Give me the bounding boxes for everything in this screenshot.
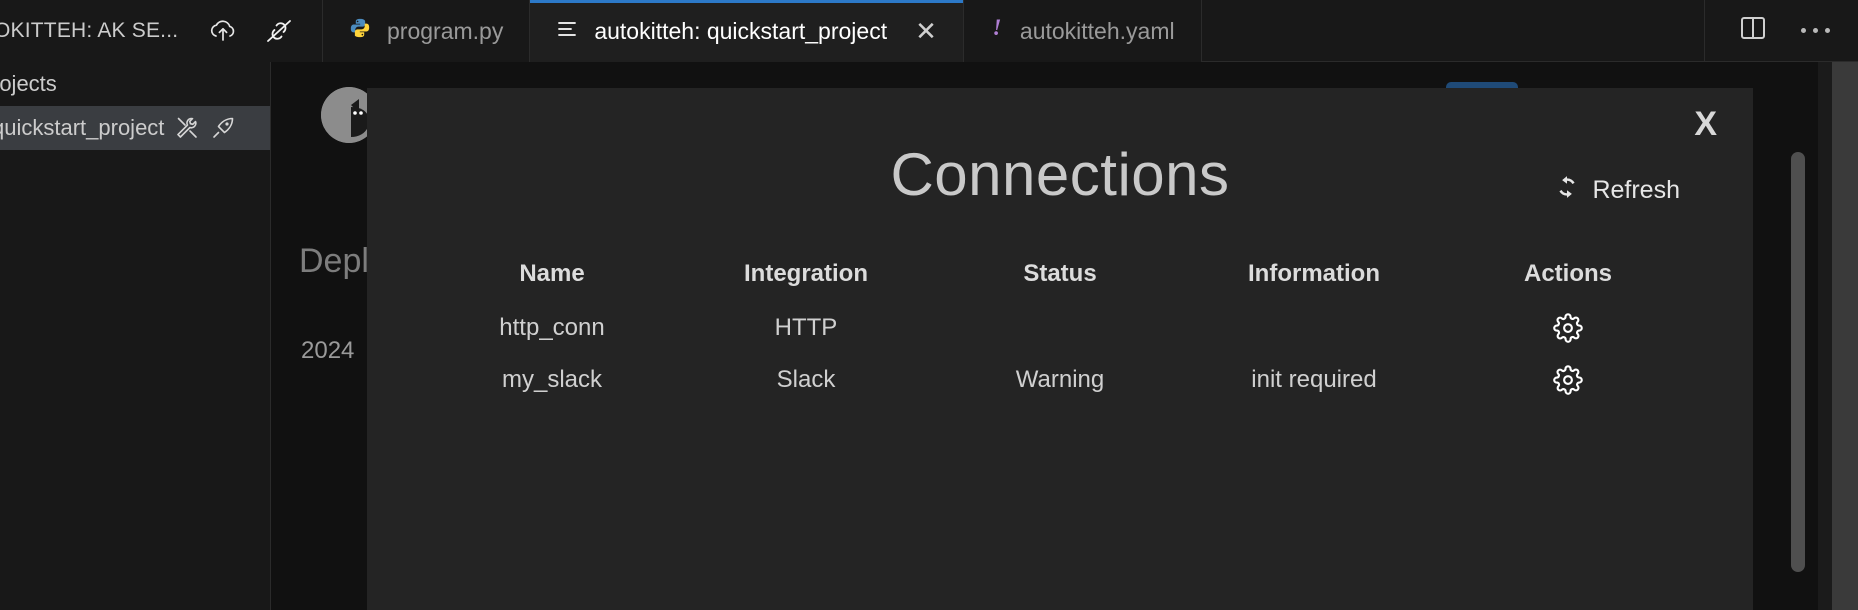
rocket-icon[interactable] [210, 115, 236, 141]
gear-icon[interactable] [1553, 365, 1583, 401]
tab-label: program.py [387, 17, 504, 44]
refresh-button[interactable]: Refresh [1554, 174, 1680, 207]
cell-integration: Slack [776, 366, 836, 393]
cell-status: Warning [1015, 366, 1105, 393]
table-row: http_conn HTTP [425, 302, 1695, 354]
tools-icon[interactable] [174, 115, 200, 141]
sidebar-item-label: rojects [0, 71, 57, 96]
cell-actions [1441, 354, 1695, 406]
close-icon[interactable]: X [1694, 107, 1717, 141]
background-heading: Depl [299, 242, 369, 280]
sidebar: rojects quickstart_project [0, 62, 271, 610]
cell-name: my_slack [501, 366, 603, 393]
title-bar: OKITTEH: AK SE... program.py autokitteh:… [0, 0, 1858, 62]
cell-integration: HTTP [774, 314, 838, 341]
tab-label: autokitteh.yaml [1019, 17, 1175, 44]
vscode-window: OKITTEH: AK SE... program.py autokitteh:… [0, 0, 1858, 610]
cell-status [933, 302, 1187, 354]
editor-actions [1705, 0, 1858, 61]
list-lines-icon [556, 18, 578, 45]
column-header-status: Status [1023, 260, 1097, 287]
cell-name: http_conn [499, 314, 605, 341]
sidebar-title: OKITTEH: AK SE... [0, 19, 179, 42]
table-row: my_slack Slack Warning init required [425, 354, 1695, 406]
split-editor-icon[interactable] [1739, 15, 1767, 46]
background-date: 2024 [301, 337, 355, 364]
table-header-row: Name Integration Status Information Acti… [425, 260, 1695, 302]
tab-close-icon[interactable]: ✕ [915, 18, 937, 44]
column-header-integration: Integration [744, 260, 868, 287]
sidebar-item-projects[interactable]: rojects [0, 62, 270, 106]
editor-tab-strip: program.py autokitteh: quickstart_projec… [322, 0, 1705, 62]
cell-information: init required [1251, 366, 1377, 393]
vertical-scrollbar[interactable] [1791, 152, 1805, 572]
cloud-upload-icon[interactable] [208, 18, 238, 44]
svg-text:!: ! [992, 16, 1001, 40]
column-header-actions: Actions [1523, 260, 1612, 287]
refresh-icon [1554, 174, 1580, 207]
tab-program-py[interactable]: program.py [322, 0, 531, 62]
connections-modal: X Connections Refresh Name Integration S [367, 88, 1753, 610]
sidebar-header: OKITTEH: AK SE... [0, 0, 322, 62]
tab-strip-empty-area [1201, 0, 1705, 61]
gear-icon[interactable] [1553, 313, 1583, 349]
cell-information [1187, 302, 1441, 354]
sidebar-item-label: quickstart_project [0, 115, 165, 140]
connections-table: Name Integration Status Information Acti… [425, 260, 1695, 406]
column-header-name: Name [519, 260, 585, 287]
broken-link-icon[interactable] [264, 17, 294, 45]
editor-right-gap [1818, 62, 1832, 610]
tab-autokitteh-quickstart-project[interactable]: autokitteh: quickstart_project ✕ [530, 0, 964, 62]
tab-label: autokitteh: quickstart_project [594, 17, 888, 44]
exclamation-icon: ! [990, 15, 1004, 46]
modal-title: Connections [890, 141, 1230, 208]
refresh-label: Refresh [1592, 176, 1680, 204]
sidebar-item-quickstart-project[interactable]: quickstart_project [0, 106, 270, 150]
editor-right-edge [1832, 62, 1858, 610]
python-icon [349, 17, 371, 45]
column-header-information: Information [1248, 260, 1380, 287]
more-actions-icon[interactable] [1801, 28, 1830, 33]
tab-autokitteh-yaml[interactable]: ! autokitteh.yaml [963, 0, 1202, 62]
cell-actions [1441, 302, 1695, 354]
